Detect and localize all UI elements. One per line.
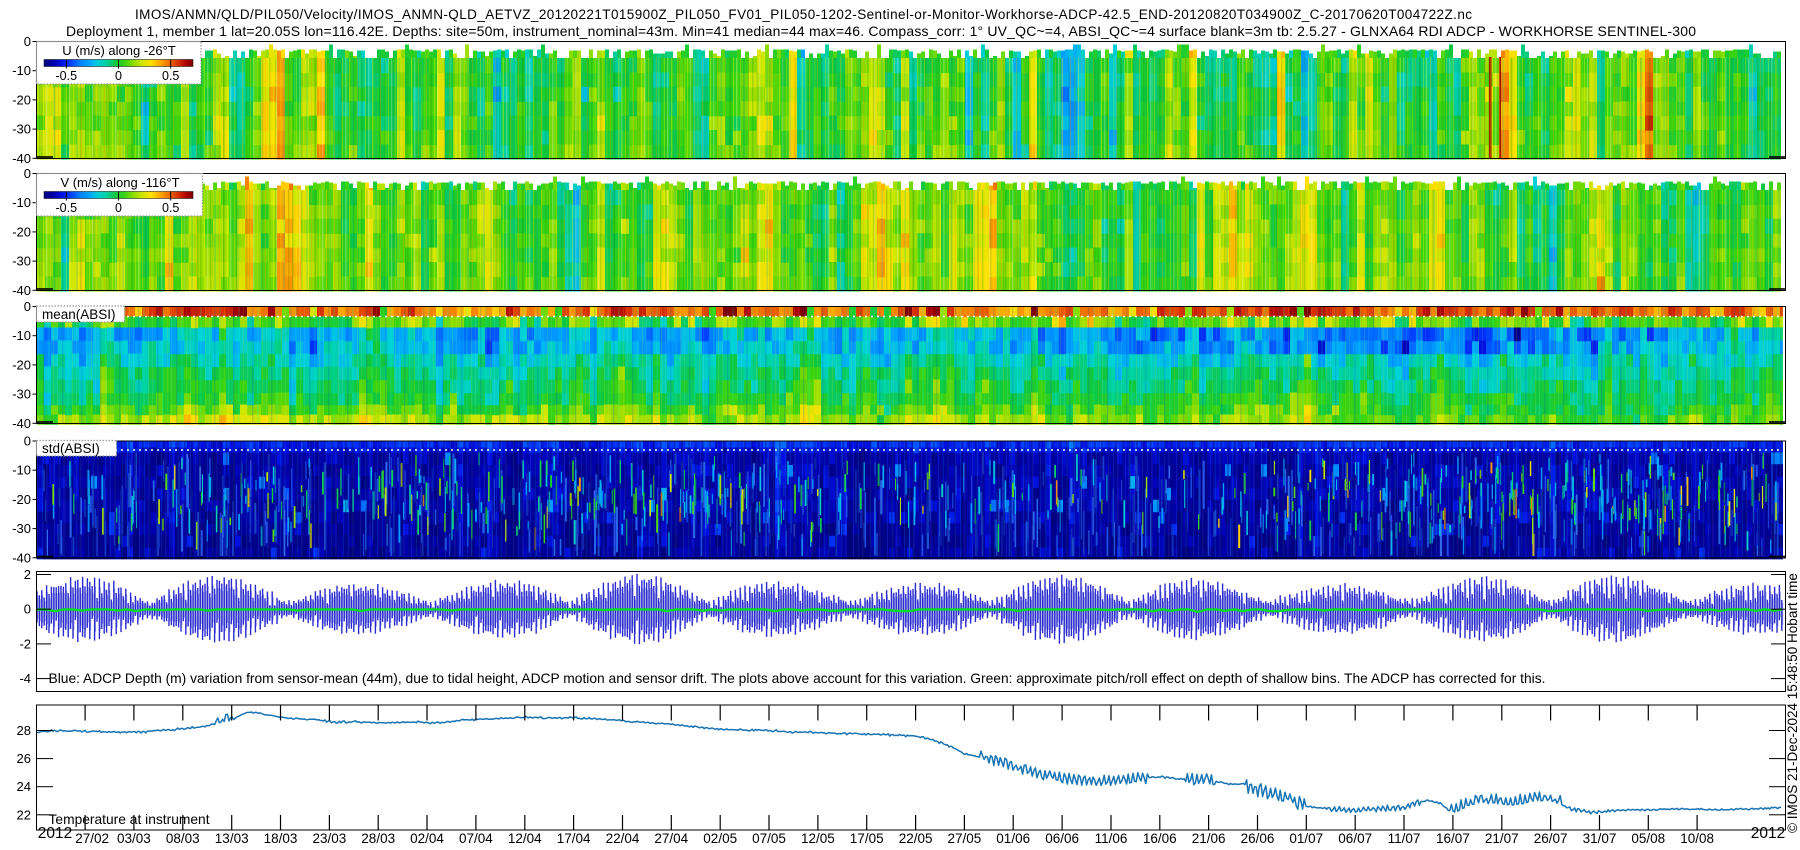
- svg-text:-30: -30: [12, 387, 31, 402]
- svg-text:-0.5: -0.5: [56, 69, 78, 83]
- svg-text:-20: -20: [12, 492, 31, 507]
- svg-text:-40: -40: [12, 550, 31, 565]
- svg-text:16/06: 16/06: [1143, 831, 1177, 846]
- svg-text:16/07: 16/07: [1436, 831, 1470, 846]
- svg-text:22/05: 22/05: [899, 831, 933, 846]
- svg-text:std(ABSI): std(ABSI): [42, 441, 100, 456]
- svg-text:21/07: 21/07: [1485, 831, 1519, 846]
- svg-text:28: 28: [17, 723, 31, 738]
- svg-text:-10: -10: [12, 463, 31, 478]
- svg-text:2012: 2012: [1751, 825, 1785, 842]
- svg-text:-20: -20: [12, 92, 31, 107]
- svg-text:05/08: 05/08: [1631, 831, 1665, 846]
- svg-text:28/03: 28/03: [361, 831, 395, 846]
- svg-text:07/04: 07/04: [459, 831, 493, 846]
- svg-text:27/04: 27/04: [654, 831, 688, 846]
- svg-text:0: 0: [115, 201, 122, 215]
- svg-text:11/07: 11/07: [1388, 831, 1421, 846]
- svg-text:-40: -40: [12, 416, 31, 431]
- svg-text:-4: -4: [19, 671, 31, 686]
- svg-text:22: 22: [17, 807, 31, 822]
- svg-text:0: 0: [24, 166, 31, 181]
- svg-text:23/03: 23/03: [313, 831, 347, 846]
- svg-text:-40: -40: [12, 151, 31, 166]
- svg-text:Temperature at instrument: Temperature at instrument: [49, 812, 210, 827]
- svg-text:0: 0: [24, 434, 31, 449]
- svg-text:-20: -20: [12, 224, 31, 239]
- svg-text:IMOS/ANMN/QLD/PIL050/Velocity/: IMOS/ANMN/QLD/PIL050/Velocity/IMOS_ANMN-…: [135, 7, 1472, 22]
- svg-text:-2: -2: [19, 636, 31, 651]
- svg-text:10/08: 10/08: [1680, 831, 1714, 846]
- svg-text:-10: -10: [12, 63, 31, 78]
- svg-text:0.5: 0.5: [162, 201, 179, 215]
- svg-text:21/06: 21/06: [1192, 831, 1226, 846]
- svg-text:-30: -30: [12, 254, 31, 269]
- svg-text:24: 24: [17, 779, 31, 794]
- svg-text:2012: 2012: [38, 825, 72, 842]
- svg-text:© IMOS 21-Dec-2024 15:48:50 Ho: © IMOS 21-Dec-2024 15:48:50 Hobart time: [1785, 573, 1800, 833]
- svg-text:U (m/s) along -26°T: U (m/s) along -26°T: [62, 43, 176, 58]
- svg-text:-40: -40: [12, 283, 31, 298]
- svg-text:12/04: 12/04: [508, 831, 542, 846]
- svg-text:12/05: 12/05: [801, 831, 835, 846]
- svg-text:02/05: 02/05: [703, 831, 737, 846]
- svg-text:13/03: 13/03: [215, 831, 249, 846]
- svg-text:31/07: 31/07: [1583, 831, 1617, 846]
- svg-text:22/04: 22/04: [606, 831, 640, 846]
- svg-text:-20: -20: [12, 357, 31, 372]
- svg-text:11/06: 11/06: [1095, 831, 1128, 846]
- svg-text:-10: -10: [12, 195, 31, 210]
- svg-text:26/07: 26/07: [1534, 831, 1568, 846]
- svg-text:03/03: 03/03: [117, 831, 151, 846]
- svg-text:0.5: 0.5: [162, 69, 179, 83]
- svg-text:V (m/s) along -116°T: V (m/s) along -116°T: [60, 175, 179, 190]
- svg-text:17/05: 17/05: [850, 831, 884, 846]
- svg-text:0: 0: [115, 69, 122, 83]
- svg-text:0: 0: [24, 34, 31, 49]
- svg-text:01/07: 01/07: [1289, 831, 1323, 846]
- svg-text:0: 0: [24, 299, 31, 314]
- svg-text:17/04: 17/04: [557, 831, 591, 846]
- svg-text:Deployment 1, member 1 lat=20.: Deployment 1, member 1 lat=20.05S lon=11…: [66, 23, 1696, 39]
- svg-text:06/06: 06/06: [1045, 831, 1079, 846]
- svg-text:27/05: 27/05: [948, 831, 982, 846]
- svg-text:mean(ABSI): mean(ABSI): [42, 307, 116, 322]
- svg-text:-30: -30: [12, 122, 31, 137]
- svg-text:07/05: 07/05: [752, 831, 786, 846]
- svg-text:-30: -30: [12, 521, 31, 536]
- svg-text:18/03: 18/03: [264, 831, 298, 846]
- svg-text:-0.5: -0.5: [56, 201, 78, 215]
- svg-text:27/02: 27/02: [75, 831, 109, 846]
- svg-text:26/06: 26/06: [1241, 831, 1275, 846]
- svg-text:01/06: 01/06: [996, 831, 1030, 846]
- svg-text:26: 26: [17, 751, 31, 766]
- svg-text:08/03: 08/03: [166, 831, 200, 846]
- svg-text:2: 2: [24, 567, 31, 582]
- svg-text:0: 0: [24, 602, 31, 617]
- svg-text:Blue: ADCP Depth (m) variation: Blue: ADCP Depth (m) variation from sens…: [49, 671, 1546, 686]
- svg-text:-10: -10: [12, 328, 31, 343]
- svg-text:02/04: 02/04: [410, 831, 444, 846]
- svg-text:06/07: 06/07: [1338, 831, 1372, 846]
